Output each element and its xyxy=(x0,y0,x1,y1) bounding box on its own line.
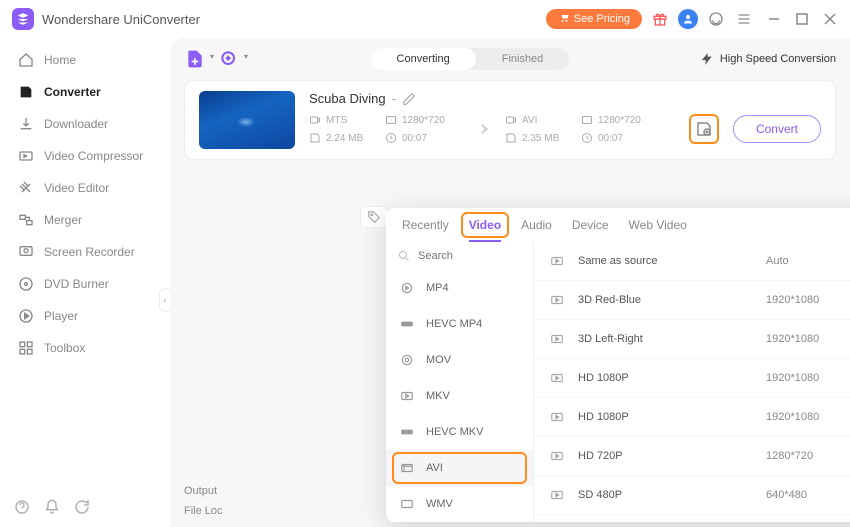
play-icon xyxy=(550,293,568,307)
file-title: Scuba Diving xyxy=(309,91,386,106)
edit-title-icon[interactable] xyxy=(402,92,416,106)
convert-button[interactable]: Convert xyxy=(733,115,821,143)
tab-audio[interactable]: Audio xyxy=(521,218,552,242)
play-icon xyxy=(550,410,568,424)
format-search-input[interactable] xyxy=(418,250,508,262)
minimize-icon[interactable] xyxy=(766,11,782,27)
sidebar-item-compressor[interactable]: Video Compressor xyxy=(0,140,170,172)
play-icon xyxy=(550,254,568,268)
format-hevc-mp4[interactable]: HEVC MP4 xyxy=(386,306,533,342)
sidebar-item-downloader[interactable]: Downloader xyxy=(0,108,170,140)
play-icon xyxy=(550,449,568,463)
bell-icon[interactable] xyxy=(44,499,60,515)
preset-name: 3D Red-Blue xyxy=(578,294,766,306)
maximize-icon[interactable] xyxy=(794,11,810,27)
preset-name: SD 480P xyxy=(578,489,766,501)
add-file-button[interactable]: ▾ xyxy=(184,48,206,70)
play-icon xyxy=(550,488,568,502)
preset-name: HD 1080P xyxy=(578,372,766,384)
src-format: MTS xyxy=(326,115,347,126)
dst-res: 1280*720 xyxy=(598,115,641,126)
sidebar-item-dvd[interactable]: DVD Burner xyxy=(0,268,170,300)
sidebar-item-converter[interactable]: Converter xyxy=(0,76,170,108)
search-icon xyxy=(398,250,410,262)
src-dur: 00:07 xyxy=(402,133,427,144)
arrow-right-icon xyxy=(461,118,499,140)
tag-icon[interactable] xyxy=(360,206,388,228)
user-avatar[interactable] xyxy=(678,9,698,29)
file-card: Scuba Diving- MTS 2.24 MB 1280*720 00:07… xyxy=(184,80,836,160)
app-logo xyxy=(12,8,34,30)
dst-dur: 00:07 xyxy=(598,133,623,144)
preset-row[interactable]: HD 1080P1920*1080 xyxy=(534,398,850,437)
preset-res: 640*480 xyxy=(766,489,850,501)
tab-converting[interactable]: Converting xyxy=(371,48,476,70)
see-pricing-button[interactable]: See Pricing xyxy=(546,9,642,29)
sidebar-item-toolbox[interactable]: Toolbox xyxy=(0,332,170,364)
src-size: 2.24 MB xyxy=(326,133,363,144)
menu-icon[interactable] xyxy=(734,9,754,29)
close-icon[interactable] xyxy=(822,11,838,27)
preset-res: 1920*1080 xyxy=(766,294,850,306)
preset-res: Auto xyxy=(766,255,850,267)
feedback-icon[interactable] xyxy=(74,499,90,515)
preset-row[interactable]: SD 480P640*480 xyxy=(534,476,850,515)
sidebar-item-home[interactable]: Home xyxy=(0,44,170,76)
video-thumbnail[interactable] xyxy=(199,91,295,149)
preset-row[interactable]: HD 1080P1920*1080 xyxy=(534,359,850,398)
preset-row[interactable]: Same as sourceAuto xyxy=(534,242,850,281)
app-title: Wondershare UniConverter xyxy=(42,12,538,27)
preset-res: 1920*1080 xyxy=(766,411,850,423)
tab-finished[interactable]: Finished xyxy=(476,48,570,70)
tab-webvideo[interactable]: Web Video xyxy=(629,218,687,242)
format-mov[interactable]: MOV xyxy=(386,342,533,378)
src-res: 1280*720 xyxy=(402,115,445,126)
support-icon[interactable] xyxy=(706,9,726,29)
dst-size: 2.35 MB xyxy=(522,133,559,144)
format-mkv[interactable]: MKV xyxy=(386,378,533,414)
high-speed-toggle[interactable]: High Speed Conversion xyxy=(700,52,836,66)
dst-format: AVI xyxy=(522,115,537,126)
sidebar: Home Converter Downloader Video Compress… xyxy=(0,38,170,527)
play-icon xyxy=(550,332,568,346)
format-popup: Recently Video Audio Device Web Video MP… xyxy=(386,208,850,522)
sidebar-item-editor[interactable]: Video Editor xyxy=(0,172,170,204)
preset-res: 1280*720 xyxy=(766,450,850,462)
chevron-down-icon[interactable]: ▾ xyxy=(210,52,214,61)
tab-video[interactable]: Video xyxy=(469,218,501,242)
tab-device[interactable]: Device xyxy=(572,218,609,242)
gift-icon[interactable] xyxy=(650,9,670,29)
preset-row[interactable]: HD 720P1280*720 xyxy=(534,437,850,476)
preset-name: HD 720P xyxy=(578,450,766,462)
help-icon[interactable] xyxy=(14,499,30,515)
sidebar-item-merger[interactable]: Merger xyxy=(0,204,170,236)
add-url-button[interactable]: ▾ xyxy=(218,48,240,70)
preset-name: 3D Left-Right xyxy=(578,333,766,345)
preset-row[interactable]: 3D Red-Blue1920*1080 xyxy=(534,281,850,320)
output-settings-button[interactable] xyxy=(689,114,719,144)
format-hevc-mkv[interactable]: HEVC MKV xyxy=(386,414,533,450)
format-mp4[interactable]: MP4 xyxy=(386,270,533,306)
preset-row[interactable]: 3D Left-Right1920*1080 xyxy=(534,320,850,359)
preset-res: 1920*1080 xyxy=(766,372,850,384)
preset-name: HD 1080P xyxy=(578,411,766,423)
tab-recently[interactable]: Recently xyxy=(402,218,449,242)
preset-res: 1920*1080 xyxy=(766,333,850,345)
sidebar-item-recorder[interactable]: Screen Recorder xyxy=(0,236,170,268)
play-icon xyxy=(550,371,568,385)
sidebar-item-player[interactable]: Player xyxy=(0,300,170,332)
format-wmv[interactable]: WMV xyxy=(386,486,533,522)
chevron-down-icon[interactable]: ▾ xyxy=(244,52,248,61)
preset-name: Same as source xyxy=(578,255,766,267)
status-tabs: Converting Finished xyxy=(371,48,570,70)
format-avi[interactable]: AVI xyxy=(386,450,533,486)
